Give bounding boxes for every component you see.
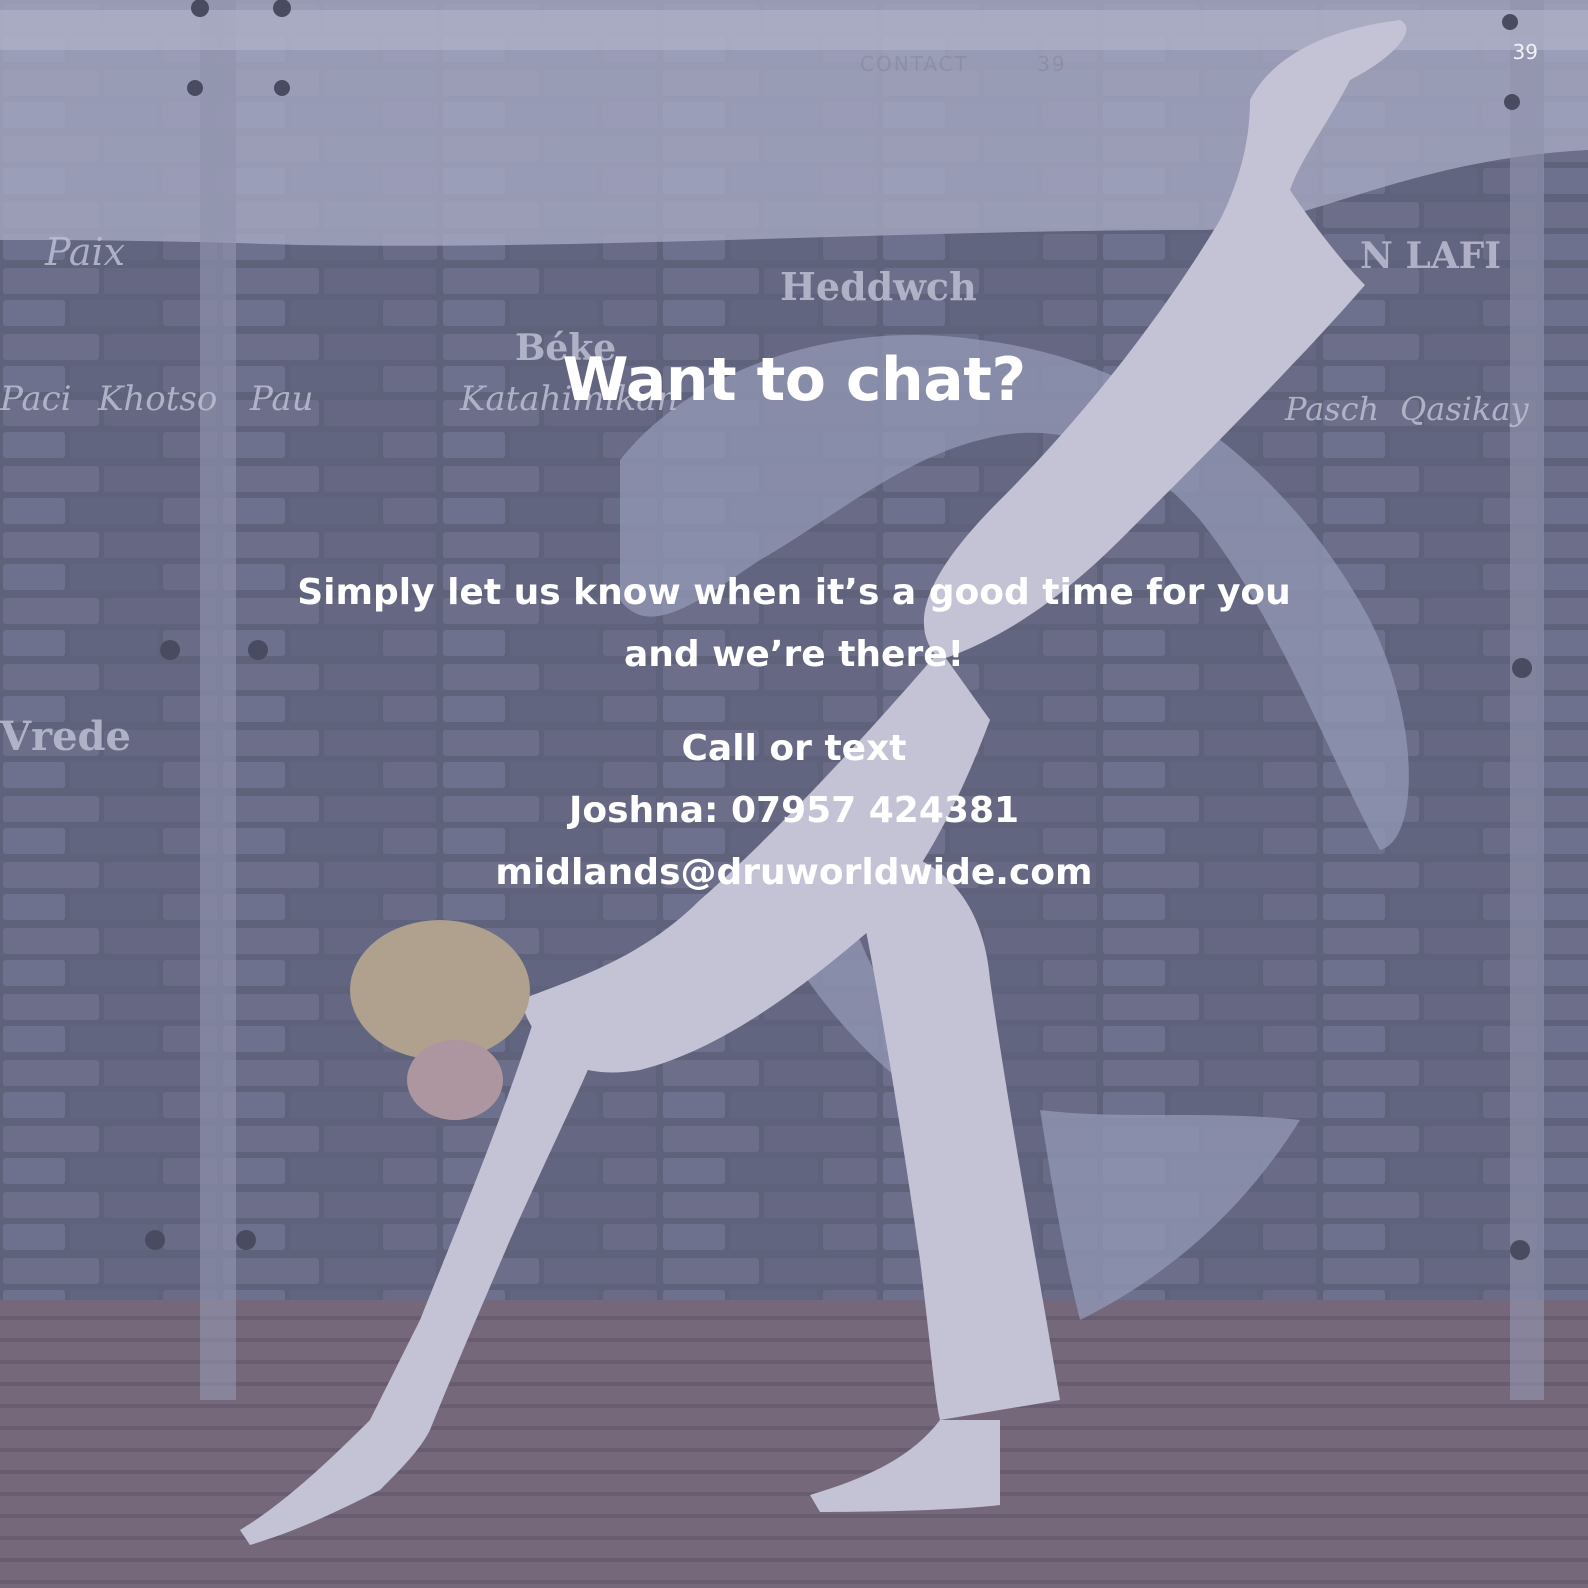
email-address[interactable]: midlands@druworldwide.com <box>0 842 1588 904</box>
ghost-section-title: CONTACT <box>860 52 969 76</box>
ghost-section-header: CONTACT 39 <box>860 52 1067 76</box>
page: Paix Paci Khotso Pau Katahimikan Pasch Q… <box>0 0 1588 1588</box>
phone-number[interactable]: Joshna: 07957 424381 <box>0 780 1588 842</box>
lead-line-2: and we’re there! <box>623 634 965 675</box>
lead-text: Simply let us know when it’s a good time… <box>0 562 1588 686</box>
contact-block: Call or text Joshna: 07957 424381 midlan… <box>0 718 1588 904</box>
ghost-page-number: 39 <box>1037 52 1067 76</box>
call-label: Call or text <box>681 728 907 769</box>
page-title: Want to chat? <box>562 345 1026 415</box>
lead-line-1: Simply let us know when it’s a good time… <box>297 572 1291 613</box>
page-number: 39 <box>1512 40 1538 64</box>
